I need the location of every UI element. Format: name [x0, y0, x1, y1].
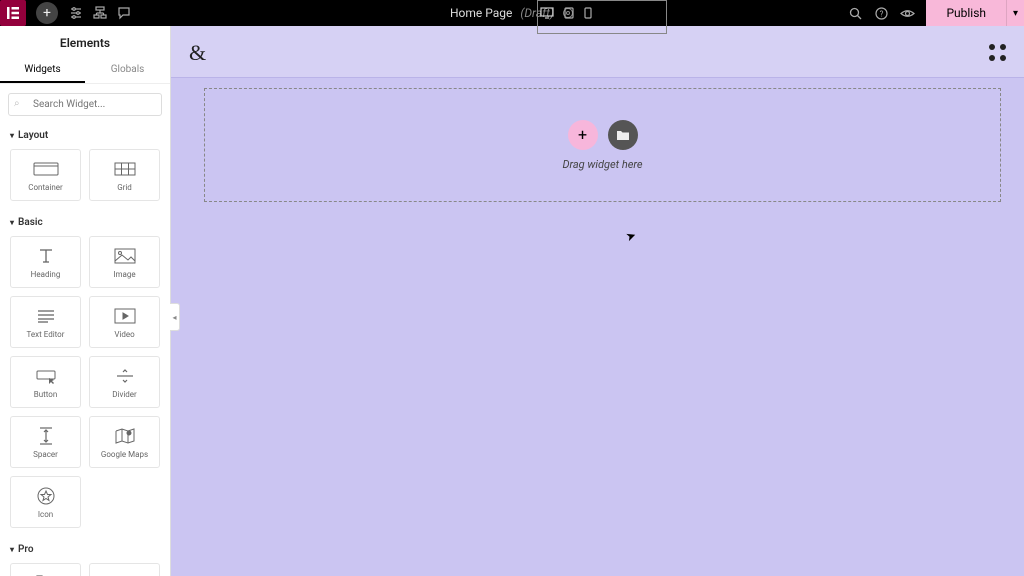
add-element-button[interactable]: + — [36, 2, 58, 24]
tab-globals[interactable]: Globals — [85, 58, 170, 83]
section-pro-header[interactable]: ▾Pro — [0, 538, 170, 559]
site-logo-glyph: & — [189, 40, 206, 66]
notes-icon[interactable] — [112, 0, 136, 26]
top-bar: + Home Page (Draft) ? Publish ▾ — [0, 0, 1024, 26]
search-widget-input[interactable] — [8, 93, 162, 116]
publish-dropdown[interactable]: ▾ — [1006, 0, 1024, 26]
dropzone-hint: Drag widget here — [562, 158, 642, 171]
grid-icon — [114, 159, 136, 179]
finder-search-icon[interactable] — [842, 0, 868, 26]
widget-portfolio[interactable]: Portfolio — [89, 563, 160, 576]
image-icon — [114, 246, 136, 266]
section-layout-header[interactable]: ▾Layout — [0, 124, 170, 145]
post-icon — [36, 573, 56, 576]
widget-icon[interactable]: Icon — [10, 476, 81, 528]
video-icon — [114, 306, 136, 326]
button-icon — [35, 366, 57, 386]
widget-heading[interactable]: Heading — [10, 236, 81, 288]
widget-image[interactable]: Image — [89, 236, 160, 288]
widget-spacer[interactable]: Spacer — [10, 416, 81, 468]
widget-post[interactable]: Post — [10, 563, 81, 576]
elements-panel: Elements Widgets Globals ⌕ ▾Layout Conta… — [0, 26, 171, 576]
page-title: Home Page — [450, 6, 512, 20]
mouse-cursor: ➤ — [624, 228, 638, 245]
maps-icon — [115, 426, 135, 446]
canvas-header-section[interactable]: & — [171, 26, 1024, 78]
publish-button[interactable]: Publish — [926, 0, 1006, 26]
star-icon — [37, 486, 55, 506]
widget-grid[interactable]: Grid — [89, 149, 160, 201]
divider-icon — [115, 366, 135, 386]
responsive-devices — [540, 7, 592, 19]
structure-icon[interactable] — [88, 0, 112, 26]
tab-widgets[interactable]: Widgets — [0, 58, 85, 83]
desktop-icon[interactable] — [540, 7, 554, 19]
section-basic-header[interactable]: ▾Basic — [0, 211, 170, 232]
portfolio-icon — [115, 573, 135, 576]
text-editor-icon — [36, 306, 56, 326]
widget-video[interactable]: Video — [89, 296, 160, 348]
widget-button[interactable]: Button — [10, 356, 81, 408]
elementor-logo[interactable] — [0, 0, 26, 26]
site-settings-icon[interactable] — [64, 0, 88, 26]
preview-icon[interactable] — [894, 0, 920, 26]
add-template-button[interactable] — [608, 120, 638, 150]
add-section-button[interactable]: + — [568, 120, 598, 150]
widget-text-editor[interactable]: Text Editor — [10, 296, 81, 348]
search-icon: ⌕ — [14, 98, 20, 109]
container-icon — [33, 159, 59, 179]
mobile-icon[interactable] — [584, 7, 592, 19]
heading-icon — [37, 246, 55, 266]
widget-divider[interactable]: Divider — [89, 356, 160, 408]
section-drag-handle[interactable] — [989, 44, 1006, 61]
help-icon[interactable]: ? — [868, 0, 894, 26]
empty-section-dropzone[interactable]: + Drag widget here — [204, 88, 1001, 202]
svg-text:?: ? — [880, 9, 884, 18]
editor-canvas[interactable]: & + Drag widget here ◂ ➤ — [171, 26, 1024, 576]
widget-google-maps[interactable]: Google Maps — [89, 416, 160, 468]
tablet-icon[interactable] — [564, 7, 574, 19]
spacer-icon — [38, 426, 54, 446]
panel-collapse-handle[interactable]: ◂ — [170, 303, 180, 331]
panel-title: Elements — [0, 26, 170, 58]
widget-container[interactable]: Container — [10, 149, 81, 201]
